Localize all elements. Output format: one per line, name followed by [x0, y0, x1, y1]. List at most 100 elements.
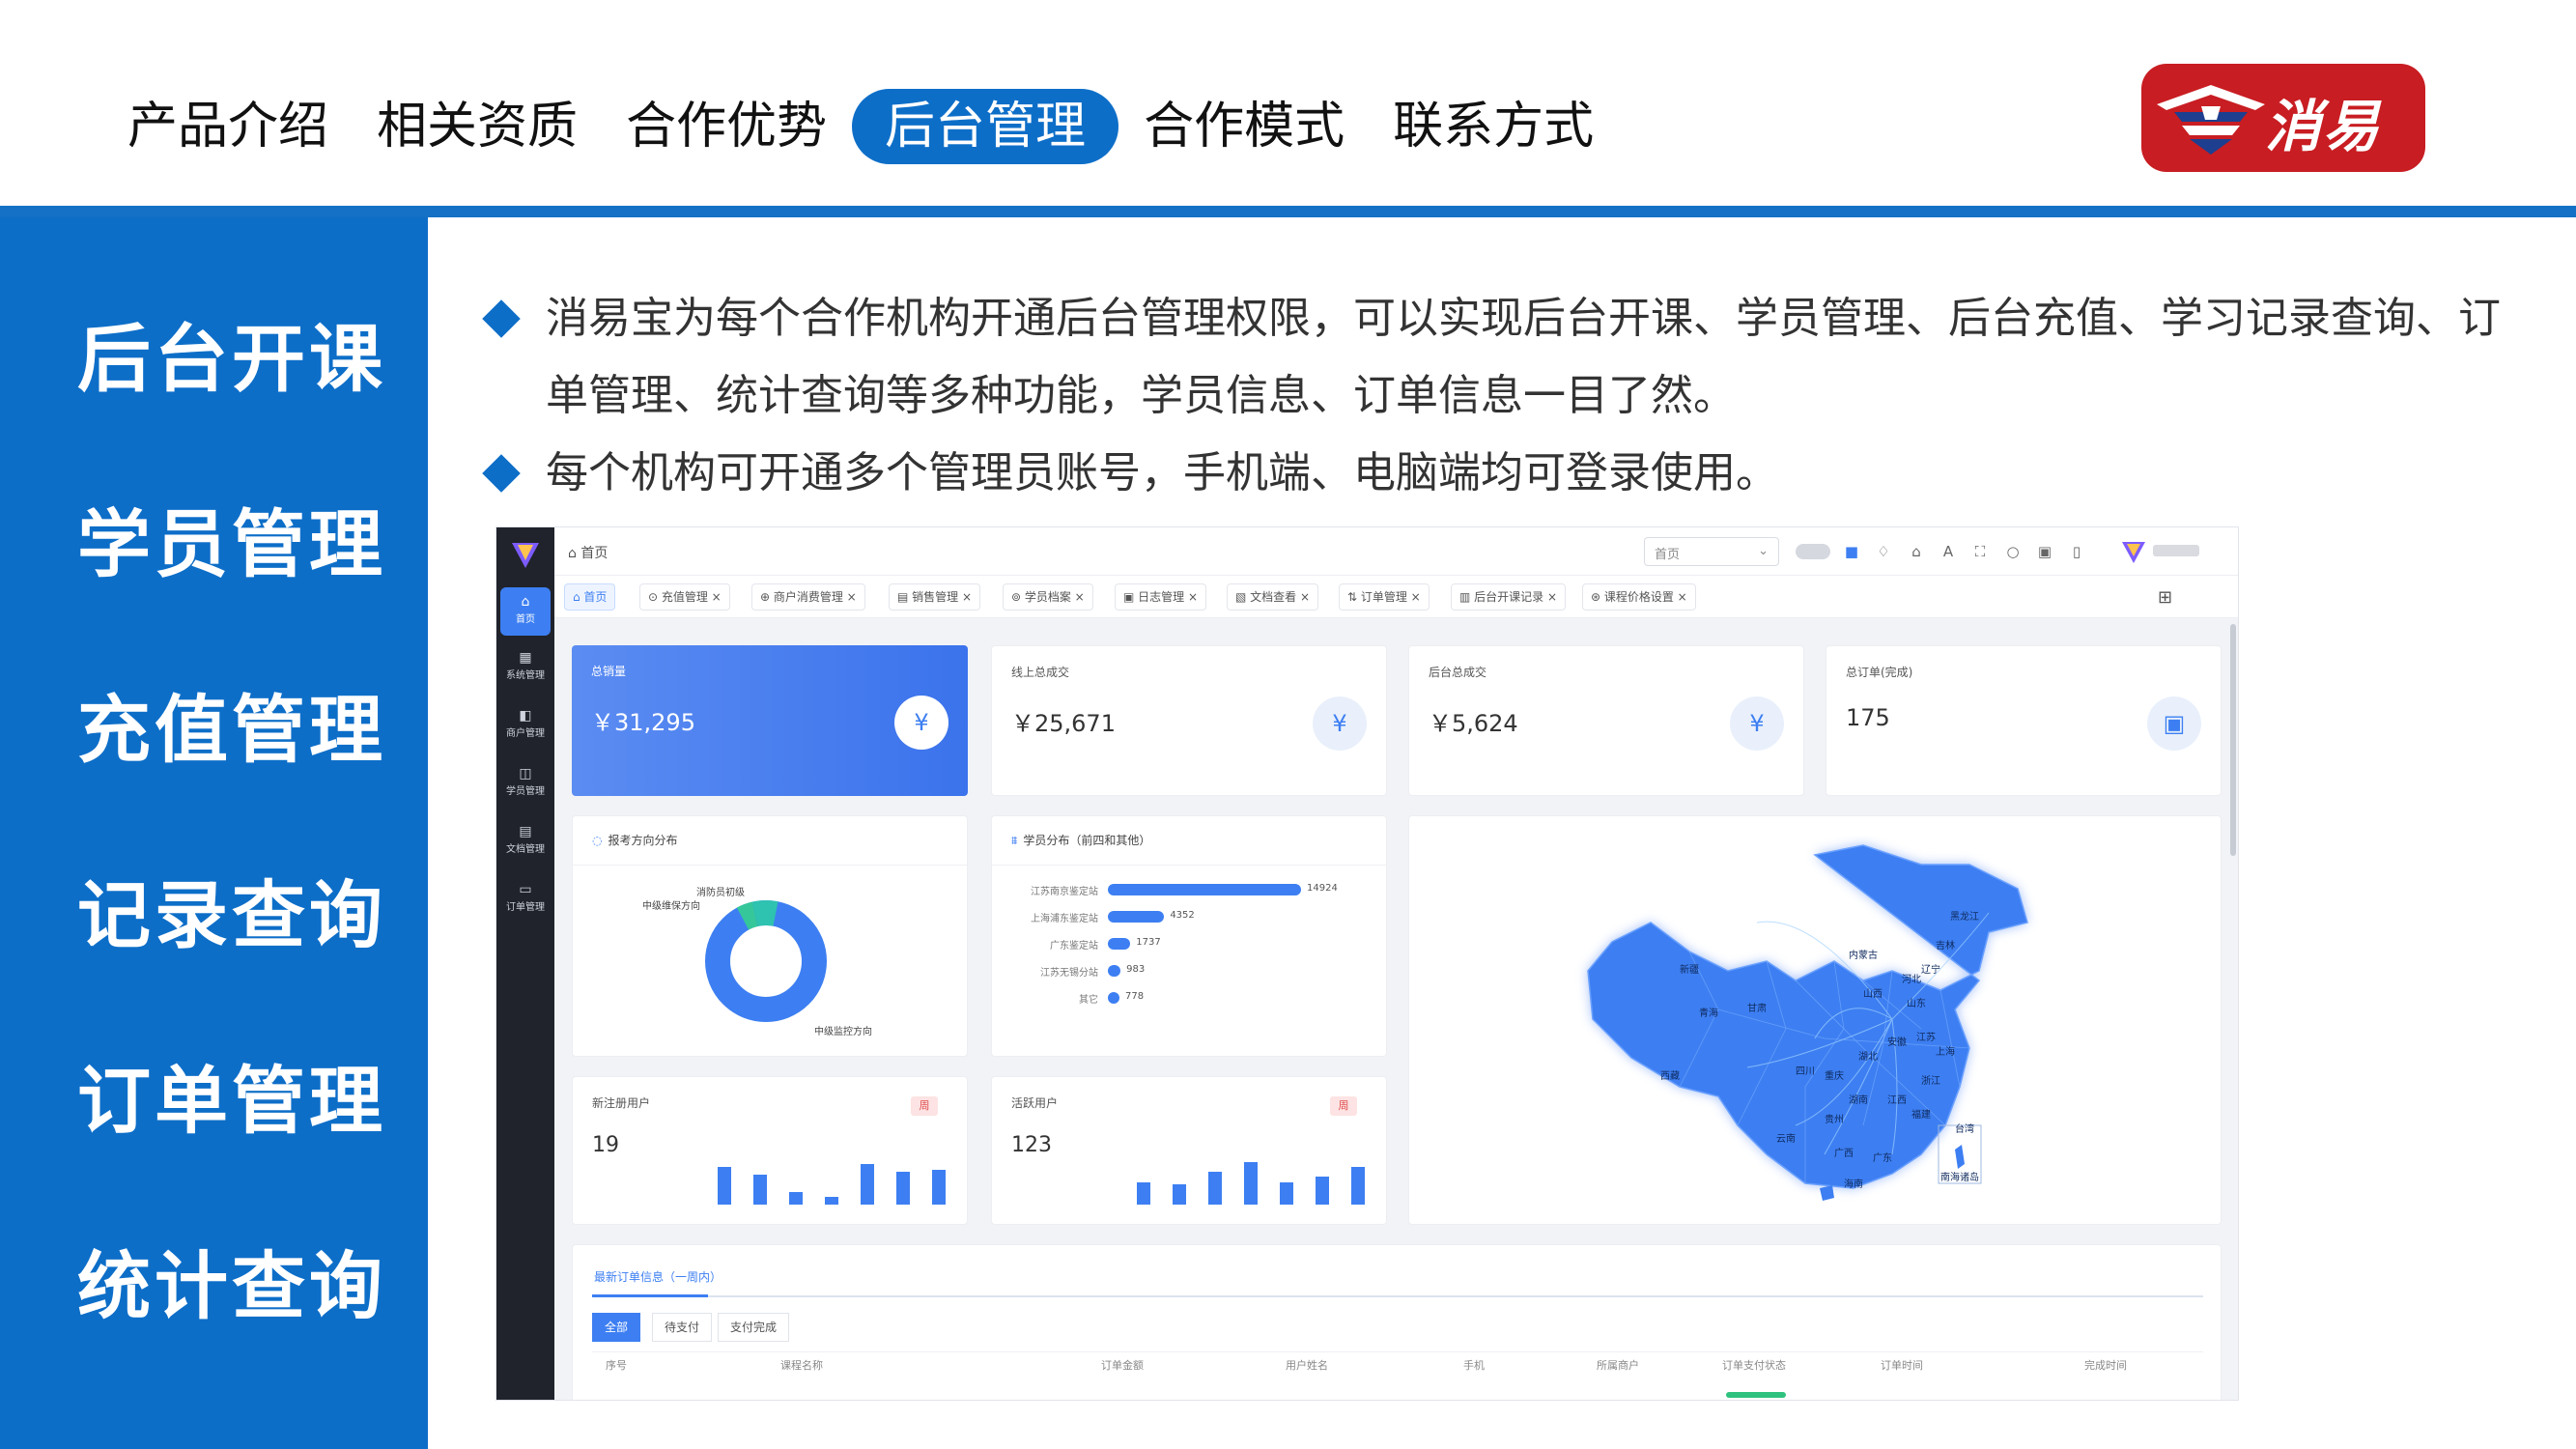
map-label: 黑龙江: [1950, 912, 1979, 923]
side-menu-students[interactable]: ◫ 学员管理: [500, 759, 551, 808]
side-menu-documents[interactable]: ▤ 文档管理: [500, 817, 551, 866]
nav-tab-qualifications[interactable]: 相关资质: [354, 89, 601, 164]
upload-icon[interactable]: ▣: [2035, 542, 2054, 561]
map-label: 安徽: [1887, 1037, 1907, 1048]
mini-bar: [1280, 1181, 1293, 1205]
china-map: [1587, 844, 2028, 1201]
tab-sales[interactable]: ▤ 销售管理 ×: [889, 583, 981, 611]
diamond-bullet-icon: [482, 454, 521, 493]
nav-tab-backend-management[interactable]: 后台管理: [852, 89, 1119, 164]
yen-icon: ¥: [894, 696, 948, 750]
map-label: 上海: [1936, 1047, 1955, 1058]
color-swatch-icon[interactable]: ■: [1842, 542, 1861, 561]
stat-card-backend-deals: 后台总成交 ￥5,624 ¥: [1408, 645, 1804, 796]
donut-slice-maintenance: [751, 899, 778, 927]
status-badge: [1726, 1392, 1786, 1398]
settings-icon[interactable]: ○: [2003, 542, 2023, 561]
map-label: 福建: [1911, 1110, 1931, 1121]
lock-icon[interactable]: ⌂: [1907, 542, 1926, 561]
donut-slice-monitor: [705, 900, 827, 1022]
feature-recharge-management: 充值管理: [77, 687, 386, 773]
map-label: 辽宁: [1921, 965, 1940, 976]
bar-value: 14924: [1307, 883, 1338, 894]
orders-tab[interactable]: 最新订单信息（一周内）: [594, 1268, 722, 1285]
map-label: 江西: [1887, 1095, 1907, 1106]
username-placeholder[interactable]: [2153, 545, 2199, 556]
scrollbar[interactable]: [2230, 624, 2236, 856]
map-taiwan: [1955, 1145, 1965, 1169]
column-header: 序号: [606, 1359, 627, 1372]
map-label: 吉林: [1936, 941, 1955, 952]
map-label: 海南: [1844, 1179, 1863, 1190]
fullscreen-icon[interactable]: ⛶: [1970, 542, 1990, 561]
page-select[interactable]: 首页 ⌄: [1644, 537, 1779, 566]
feature-statistics-query: 统计查询: [77, 1243, 386, 1329]
diamond-bullet-icon: [482, 299, 521, 338]
column-header: 用户姓名: [1286, 1359, 1328, 1372]
shirt-icon[interactable]: ♢: [1874, 542, 1893, 561]
nav-tab-product-intro[interactable]: 产品介绍: [104, 89, 352, 164]
mini-bar: [789, 1192, 803, 1205]
side-menu-system[interactable]: ▦ 系统管理: [500, 643, 551, 692]
tab-orders[interactable]: ⇅ 订单管理 ×: [1339, 583, 1430, 611]
filter-pending-button[interactable]: 待支付: [652, 1313, 713, 1342]
bullet-text: 每个机构可开通多个管理员账号，手机端、电脑端均可登录使用。: [546, 448, 1778, 497]
nav-tab-cooperation-advantages[interactable]: 合作优势: [603, 89, 850, 164]
side-menu-orders[interactable]: ▭ 订单管理: [500, 875, 551, 923]
column-header: 手机: [1463, 1359, 1485, 1372]
column-header: 完成时间: [2084, 1359, 2127, 1372]
map-label: 新疆: [1680, 965, 1699, 976]
bar-value: 1737: [1136, 937, 1161, 948]
map-label: 广东: [1873, 1153, 1892, 1164]
side-menu-merchant[interactable]: ◧ 商户管理: [500, 701, 551, 750]
mini-bar: [1351, 1167, 1365, 1205]
new-users-panel: 新注册用户 周 19: [572, 1076, 968, 1225]
tab-student-files[interactable]: ⊚ 学员档案 ×: [1003, 583, 1093, 611]
avatar[interactable]: [2121, 539, 2146, 564]
mini-bar: [1137, 1181, 1150, 1205]
tab-documents[interactable]: ▧ 文档查看 ×: [1227, 583, 1319, 611]
mini-bar: [753, 1174, 767, 1205]
stat-value: 123: [1011, 1133, 1052, 1157]
map-label: 内蒙古: [1849, 951, 1878, 961]
stat-card-online-deals: 线上总成交 ￥25,671 ¥: [991, 645, 1387, 796]
donut-label: 中级监控方向: [814, 1027, 872, 1037]
bar-value: 778: [1125, 991, 1145, 1002]
mini-bar: [896, 1172, 910, 1205]
donut-label: 中级维保方向: [642, 901, 700, 912]
map-label: 甘肃: [1747, 1004, 1767, 1014]
top-divider: [0, 206, 2576, 217]
nav-tab-cooperation-mode[interactable]: 合作模式: [1120, 89, 1368, 164]
stat-value: ￥25,671: [1011, 710, 1116, 737]
map-hainan: [1820, 1185, 1834, 1201]
map-label: 西藏: [1660, 1071, 1680, 1082]
top-nav: 产品介绍 相关资质 合作优势 后台管理 合作模式 联系方式 消易宝: [0, 0, 2576, 241]
grid-menu-icon[interactable]: ⊞: [2158, 587, 2172, 608]
tab-home[interactable]: ⌂ 首页: [564, 583, 616, 611]
tab-recharge[interactable]: ⊙ 充值管理 ×: [639, 583, 730, 611]
map-label: 江苏: [1916, 1033, 1936, 1043]
feature-sidebar: 后台开课 学员管理 充值管理 记录查询 订单管理 统计查询: [0, 217, 428, 1449]
side-menu-home[interactable]: ⌂ 首页: [500, 587, 551, 636]
tab-course-records[interactable]: ▥ 后台开课记录 ×: [1451, 583, 1567, 611]
mobile-icon[interactable]: ▯: [2067, 542, 2086, 561]
bar-label: 上海浦东鉴定站: [1031, 914, 1098, 924]
map-label: 山西: [1863, 989, 1882, 1000]
theme-toggle[interactable]: [1796, 544, 1830, 559]
tab-logs[interactable]: ▣ 日志管理 ×: [1115, 583, 1207, 611]
bar-mark: [1108, 938, 1131, 950]
translate-icon[interactable]: A: [1939, 542, 1958, 561]
column-header: 所属商户: [1597, 1359, 1639, 1372]
tab-course-price[interactable]: ⊛ 课程价格设置 ×: [1582, 583, 1696, 611]
map-mainland: [1587, 844, 2028, 1189]
map-label: 山东: [1907, 999, 1926, 1009]
filter-paid-button[interactable]: 支付完成: [718, 1313, 790, 1342]
breadcrumb[interactable]: ⌂ 首页: [568, 543, 608, 562]
china-map-panel: 黑龙江 吉林 辽宁 内蒙古 新疆 青海 西藏 甘肃 山西 河北 山东 江苏 上海 浙江 安徽 湖北 四川 重庆 湖南…: [1408, 815, 2222, 1225]
filter-all-button[interactable]: 全部: [592, 1313, 641, 1342]
column-header: 订单时间: [1881, 1359, 1923, 1372]
bullet-item: 每个机构可开通多个管理员账号，手机端、电脑端均可登录使用。: [482, 435, 2526, 512]
mini-bar: [932, 1169, 946, 1205]
tab-merchant-consumption[interactable]: ⊕ 商户消费管理 ×: [751, 583, 865, 611]
nav-tab-contact[interactable]: 联系方式: [1370, 89, 1617, 164]
